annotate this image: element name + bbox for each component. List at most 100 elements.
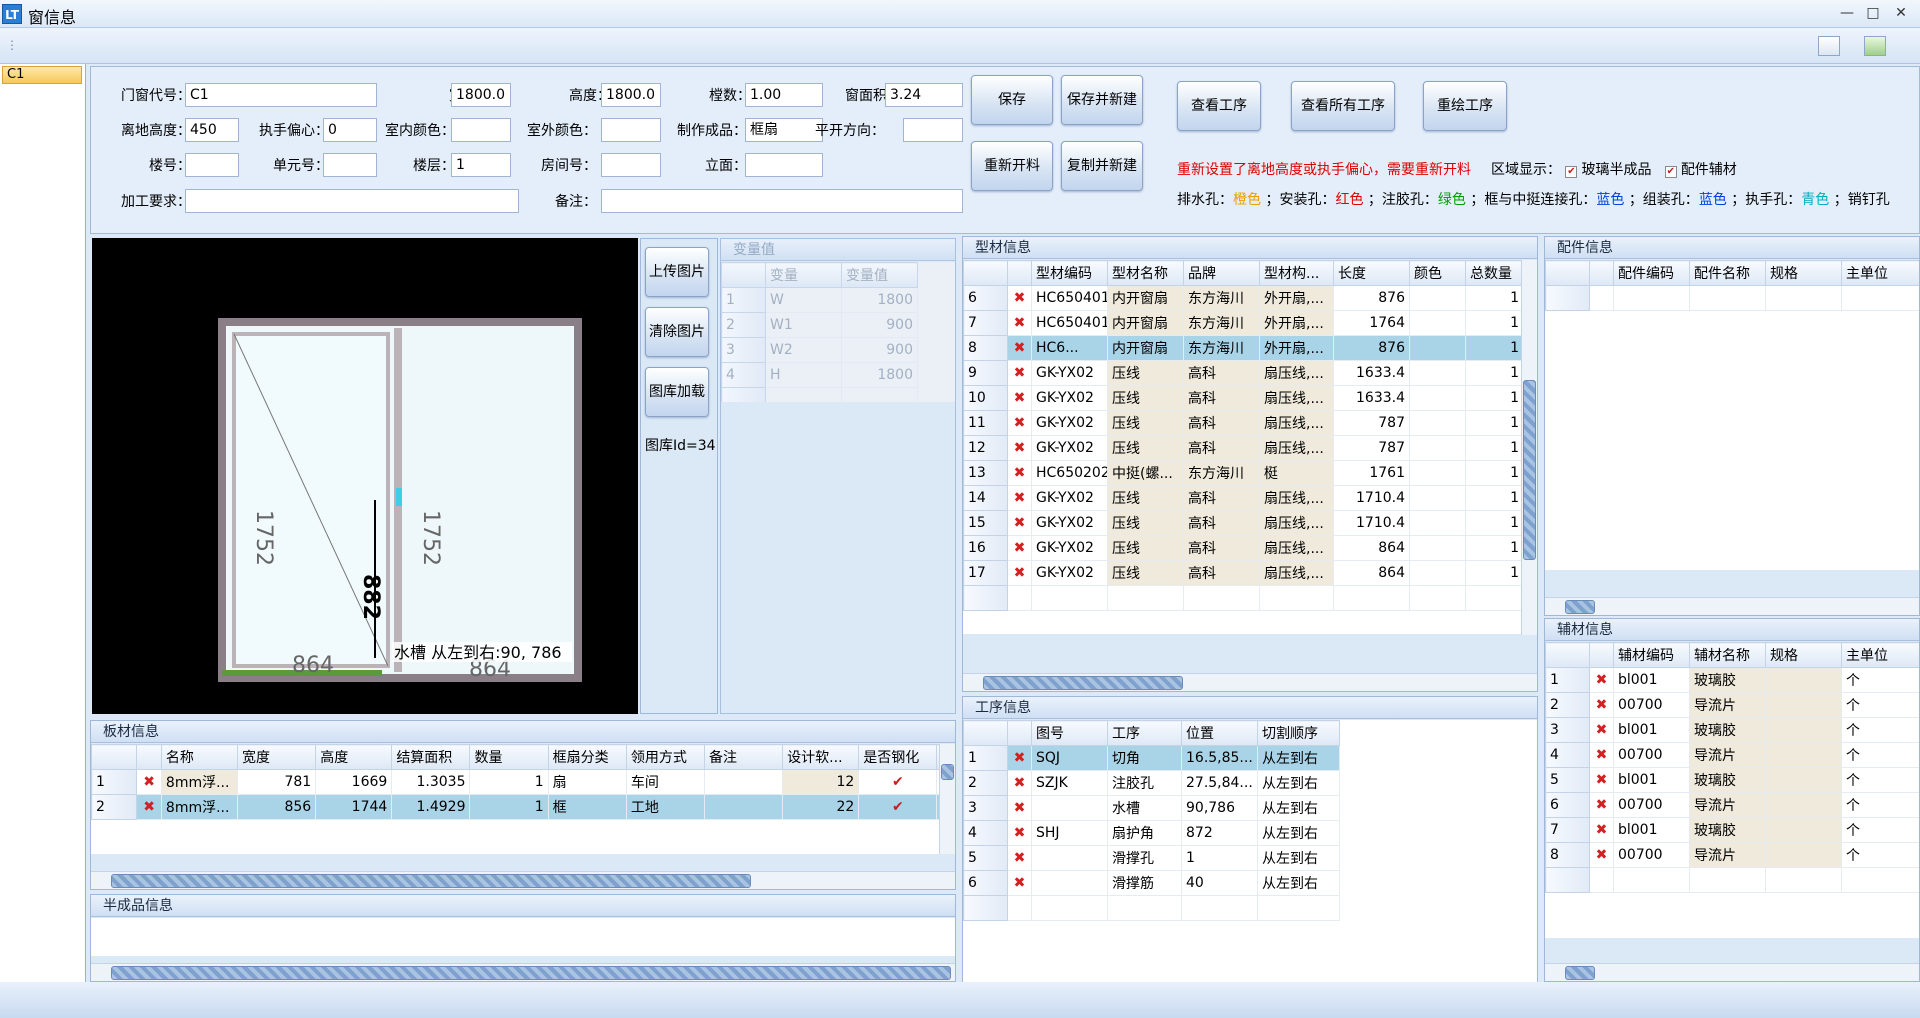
profiles-hscroll[interactable] (963, 673, 1537, 691)
inner-color-input[interactable] (451, 118, 511, 142)
delete-row-icon[interactable]: ✖ (1007, 335, 1032, 361)
column-header[interactable]: 辅材名称 (1689, 642, 1766, 668)
column-header[interactable]: 规格 (1765, 642, 1842, 668)
floor-input[interactable]: 1 (451, 153, 511, 177)
table-row[interactable]: 1 ✖ SQJ 切角 16.5,85... 从左到右 (963, 745, 1340, 771)
handle-offset-input[interactable]: 0 (323, 118, 377, 142)
save-new-button[interactable]: 保存并新建 (1061, 75, 1143, 125)
delete-row-icon[interactable]: ✖ (1007, 460, 1032, 486)
unit-input[interactable] (323, 153, 377, 177)
aux-hscroll[interactable] (1545, 963, 1919, 981)
profiles-grid[interactable]: 型材编码型材名称品牌型材构...长度颜色总数量根6✖HC650401内开窗扇东方… (963, 260, 1521, 634)
column-header[interactable]: 长度 (1333, 260, 1410, 286)
close-icon[interactable]: ✕ (1890, 3, 1912, 23)
column-header[interactable]: 设计软... (782, 744, 860, 770)
column-header[interactable]: 名称 (160, 744, 239, 770)
height-input[interactable]: 1800.0 (601, 83, 661, 107)
delete-row-icon[interactable]: ✖ (1007, 310, 1032, 336)
table-row[interactable]: 7 ✖ bl001 玻璃胶 个 (1545, 817, 1919, 843)
ground-height-input[interactable]: 450 (185, 118, 239, 142)
column-header[interactable]: 辅材编码 (1613, 642, 1690, 668)
table-row[interactable]: 8 ✖ 00700 导流片 个 (1545, 842, 1919, 868)
new-row[interactable] (1545, 867, 1919, 893)
window-list-item[interactable]: C1 (2, 66, 82, 84)
table-row[interactable]: 7 ✖ HC650401 内开窗扇 东方海川 外开扇,... 1764 1 (963, 310, 1521, 336)
table-row[interactable]: 3 ✖ 水槽 90,786 从左到右 (963, 795, 1340, 821)
table-row[interactable]: 15 ✖ GK-YX02 压线 高科 扇压线,... 1710.4 1 (963, 510, 1521, 536)
table-row[interactable]: 14 ✖ GK-YX02 压线 高科 扇压线,... 1710.4 1 (963, 485, 1521, 511)
delete-row-icon[interactable]: ✖ (1589, 817, 1614, 843)
column-header[interactable]: 颜色 (1409, 260, 1466, 286)
door-code-input[interactable]: C1 (185, 83, 377, 107)
table-row[interactable]: 17 ✖ GK-YX02 压线 高科 扇压线,... 864 1 (963, 560, 1521, 586)
redraw-process-button[interactable]: 重绘工序 (1423, 81, 1507, 131)
column-header[interactable]: 工序 (1107, 720, 1182, 746)
delete-row-icon[interactable]: ✖ (1007, 820, 1032, 846)
table-row[interactable]: 2✖8mm浮...85617441.49291框工地22✔010 (91, 794, 939, 820)
tempered-check[interactable]: ✔ (858, 769, 938, 795)
table-row[interactable] (721, 387, 918, 402)
delete-row-icon[interactable]: ✖ (1007, 795, 1032, 821)
column-header[interactable]: 宽度 (237, 744, 317, 770)
window-drawing[interactable]: 1752 1752 882 864 864 水槽 从左到右:90, 786 (92, 238, 638, 714)
column-header[interactable]: 型材名称 (1107, 260, 1184, 286)
table-row[interactable]: 4 ✖ 00700 导流片 个 (1545, 742, 1919, 768)
delete-row-icon[interactable]: ✖ (1589, 767, 1614, 793)
process-grid[interactable]: 图号 工序 位置 切割顺序 1 ✖ SQJ 切角 16.5,85... 从左到右 2 ✖ SZJK 注胶孔… (963, 720, 1537, 982)
delete-row-icon[interactable]: ✖ (1589, 842, 1614, 868)
column-header[interactable]: 领用方式 (625, 744, 706, 770)
variable-value[interactable]: 1800 (841, 362, 918, 388)
column-header[interactable]: 总数量 (1465, 260, 1521, 286)
variable-value[interactable]: 900 (841, 337, 918, 363)
boards-vscroll[interactable] (939, 744, 955, 854)
table-row[interactable]: 6 ✖ 滑撑筋 40 从左到右 (963, 870, 1340, 896)
column-header[interactable]: 备注 (703, 744, 784, 770)
width-input[interactable]: 1800.0 (451, 83, 511, 107)
delete-row-icon[interactable]: ✖ (1007, 285, 1032, 311)
delete-row-icon[interactable]: ✖ (136, 769, 162, 795)
upload-image-button[interactable]: 上传图片 (645, 247, 709, 297)
column-header[interactable]: 型材编码 (1031, 260, 1108, 286)
column-header[interactable]: 位置 (1181, 720, 1258, 746)
column-header[interactable]: 是否钢化 (858, 744, 938, 770)
semi-grid[interactable] (91, 918, 955, 956)
table-row[interactable]: 3 W2 900 (721, 337, 918, 363)
delete-row-icon[interactable]: ✖ (1007, 360, 1032, 386)
table-row[interactable]: 2 W1 900 (721, 312, 918, 338)
elevation-input[interactable] (745, 153, 823, 177)
minimize-icon[interactable]: — (1836, 3, 1858, 23)
new-row[interactable] (1545, 285, 1919, 311)
delete-row-icon[interactable]: ✖ (1589, 717, 1614, 743)
table-row[interactable]: 2 ✖ 00700 导流片 个 (1545, 692, 1919, 718)
column-header[interactable]: 型材构... (1259, 260, 1334, 286)
table-row[interactable]: 1 W 1800 (721, 287, 918, 313)
semi-hscroll[interactable] (91, 963, 955, 981)
delete-row-icon[interactable]: ✖ (1007, 435, 1032, 461)
aux-grid[interactable]: 辅材编码 辅材名称 规格 主单位 1 ✖ bl001 玻璃胶个 2 ✖ 00700 导流片个 3 ✖ bl0… (1545, 642, 1919, 938)
building-input[interactable] (185, 153, 239, 177)
column-header[interactable]: 框扇分类 (547, 744, 627, 770)
delete-row-icon[interactable]: ✖ (1589, 792, 1614, 818)
boards-grid[interactable]: 名称宽度高度结算面积数量框扇分类领用方式备注设计软...是否钢化树级组1✖8mm… (91, 744, 939, 854)
boards-hscroll[interactable] (91, 871, 955, 889)
area-input[interactable]: 3.24 (885, 83, 963, 107)
table-row[interactable]: 6 ✖ 00700 导流片 个 (1545, 792, 1919, 818)
delete-row-icon[interactable]: ✖ (1589, 667, 1614, 693)
delete-row-icon[interactable]: ✖ (1007, 870, 1032, 896)
variable-value[interactable]: 1800 (841, 287, 918, 313)
copy-new-button[interactable]: 复制并新建 (1061, 141, 1143, 191)
count-input[interactable]: 1.00 (745, 83, 823, 107)
new-row[interactable] (963, 585, 1521, 611)
remark-input[interactable] (601, 189, 963, 213)
process-req-input[interactable] (185, 189, 519, 213)
new-row[interactable] (963, 895, 1340, 921)
table-row[interactable]: 2 ✖ SZJK 注胶孔 27.5,84... 从左到右 (963, 770, 1340, 796)
table-row[interactable]: 3 ✖ bl001 玻璃胶 个 (1545, 717, 1919, 743)
column-header[interactable]: 图号 (1031, 720, 1108, 746)
room-input[interactable] (601, 153, 661, 177)
save-icon[interactable] (1864, 36, 1886, 56)
maximize-icon[interactable]: □ (1862, 3, 1884, 23)
clear-image-button[interactable]: 清除图片 (645, 307, 709, 357)
glass-semi-checkbox[interactable]: ✔ (1565, 166, 1578, 178)
delete-row-icon[interactable]: ✖ (1007, 745, 1032, 771)
